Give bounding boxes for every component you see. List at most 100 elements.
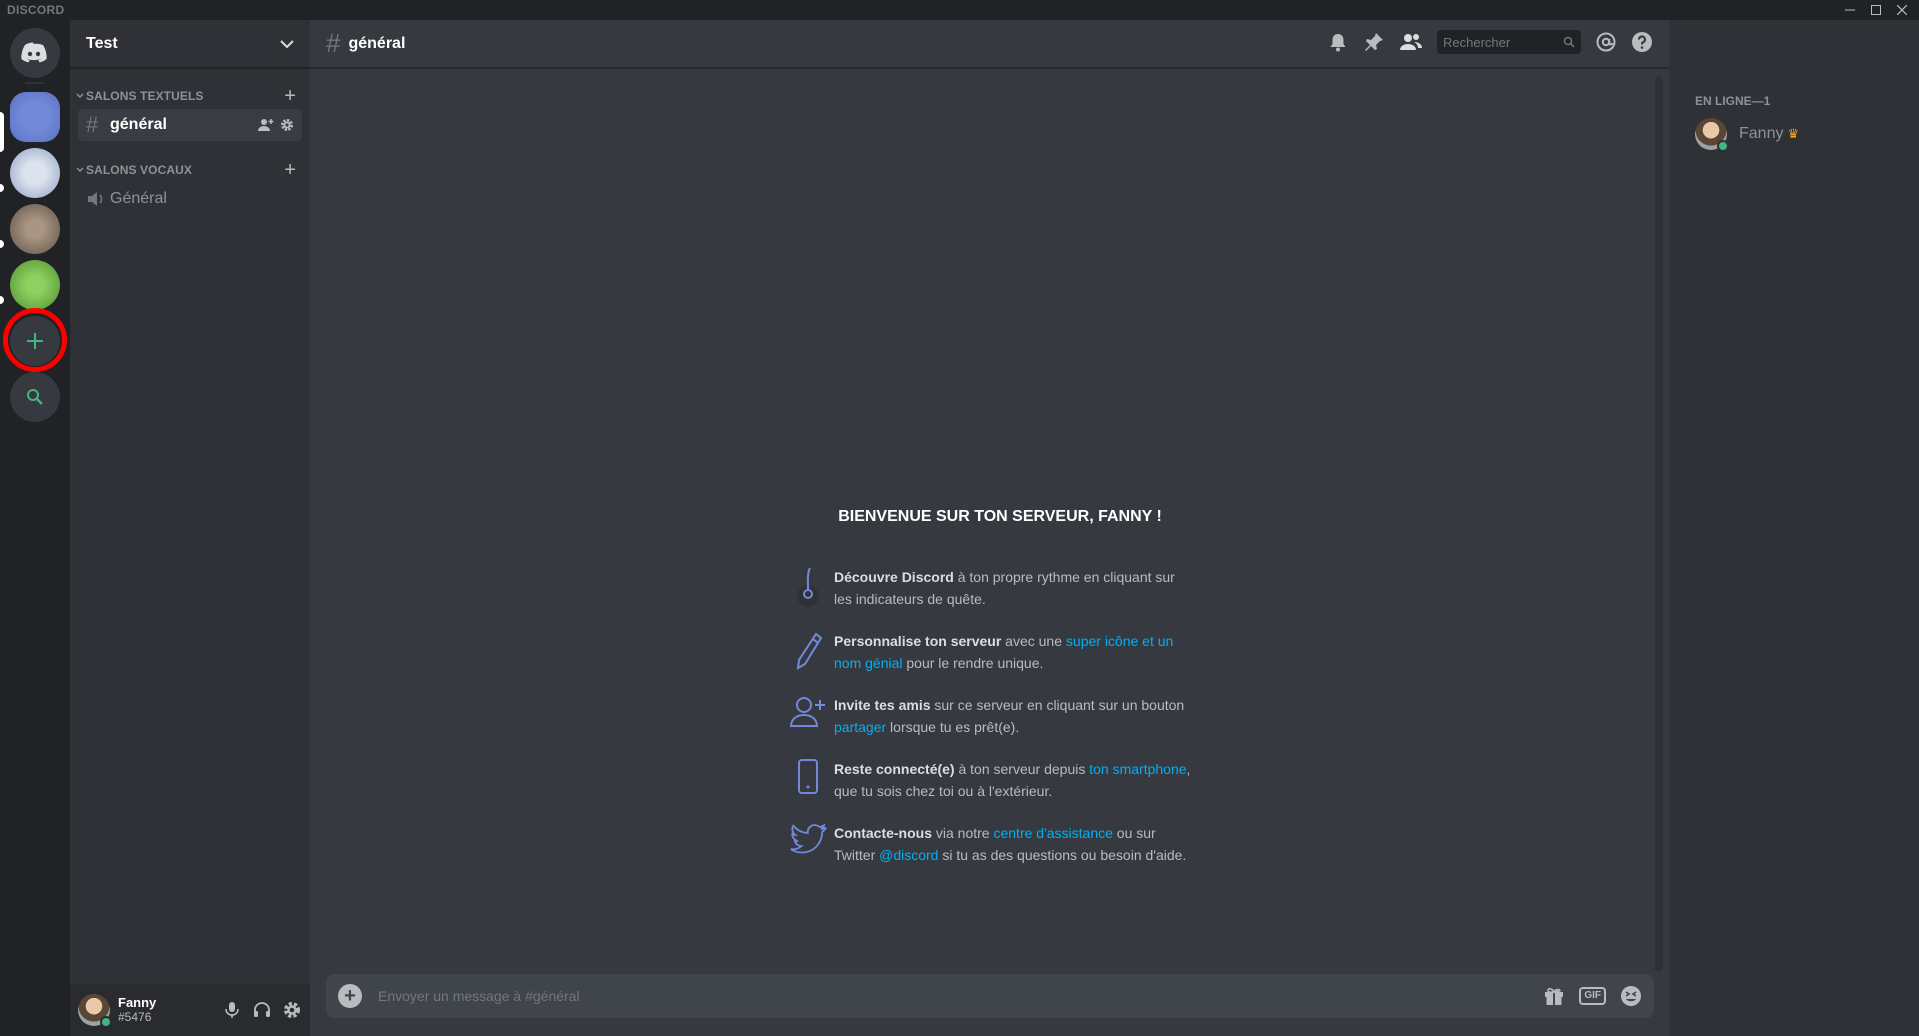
avatar xyxy=(1695,118,1729,152)
channel-name: Général xyxy=(110,190,167,207)
upload-plus-icon[interactable]: + xyxy=(338,984,362,1008)
welcome-item-contact: Contacte-nous via notre centre d'assista… xyxy=(782,822,1202,866)
twitter-icon xyxy=(782,822,834,866)
online-status-icon xyxy=(1717,140,1729,152)
search-icon xyxy=(27,389,43,405)
message-input[interactable]: Envoyer un message à #général xyxy=(378,988,1543,1004)
category-voice-channels[interactable]: SALONS VOCAUX + xyxy=(70,160,310,180)
title-bar: DISCORD xyxy=(0,0,1919,20)
avatar[interactable] xyxy=(78,994,112,1028)
scrollbar[interactable] xyxy=(1655,76,1663,971)
settings-gear-icon[interactable] xyxy=(282,1000,302,1020)
hash-icon: # xyxy=(326,28,341,58)
message-composer: + Envoyer un message à #général GIF xyxy=(326,974,1654,1018)
user-discriminator: #5476 xyxy=(118,1010,152,1024)
welcome-title: Bienvenue sur ton serveur, Fanny ! xyxy=(838,508,1162,525)
unread-pill xyxy=(0,240,4,248)
welcome-item-customize: Personnalise ton serveur avec une super … xyxy=(782,630,1202,674)
item-text: si tu as des questions ou besoin d'aide. xyxy=(938,847,1187,863)
members-icon[interactable] xyxy=(1399,31,1423,53)
emoji-icon[interactable] xyxy=(1620,985,1642,1007)
unread-pill xyxy=(0,184,4,192)
pencil-icon xyxy=(782,630,834,674)
username: Fanny xyxy=(118,995,157,1010)
guild-separator xyxy=(25,82,45,84)
item-text: à ton serveur depuis xyxy=(954,761,1090,777)
twitter-link[interactable]: @discord xyxy=(879,847,938,863)
search-input[interactable]: Rechercher xyxy=(1437,30,1581,54)
invite-icon[interactable] xyxy=(258,118,274,132)
maximize-icon[interactable] xyxy=(1863,0,1889,20)
channel-title: général xyxy=(348,34,406,52)
smartphone-icon xyxy=(782,758,834,802)
help-icon[interactable] xyxy=(1631,31,1653,53)
mention-icon[interactable] xyxy=(1595,31,1617,53)
server-icon-1[interactable] xyxy=(10,92,60,142)
quest-icon xyxy=(782,566,834,610)
member-item[interactable]: Fanny ♛ xyxy=(1695,118,1800,152)
minimize-icon[interactable] xyxy=(1837,0,1863,20)
explore-servers-button[interactable] xyxy=(10,372,60,422)
search-icon xyxy=(1563,36,1575,48)
bell-icon[interactable] xyxy=(1327,31,1349,53)
unread-pill xyxy=(0,296,4,304)
welcome-item-mobile: Reste connecté(e) à ton serveur depuis t… xyxy=(782,758,1202,802)
add-server-button[interactable] xyxy=(10,316,60,366)
member-name: Fanny xyxy=(1739,125,1784,142)
server-name: Test xyxy=(86,34,118,52)
gif-button[interactable]: GIF xyxy=(1579,987,1606,1005)
headphones-icon[interactable] xyxy=(252,1000,272,1020)
gear-icon[interactable] xyxy=(280,118,294,132)
gift-icon[interactable] xyxy=(1543,985,1565,1007)
close-icon[interactable] xyxy=(1889,0,1915,20)
search-placeholder: Rechercher xyxy=(1443,34,1511,50)
server-icon-2[interactable] xyxy=(10,148,60,198)
smartphone-link[interactable]: ton smartphone xyxy=(1089,761,1186,777)
item-text: avec une xyxy=(1001,633,1066,649)
chevron-down-icon xyxy=(76,93,84,98)
server-header[interactable]: Test xyxy=(70,20,310,68)
crown-icon: ♛ xyxy=(1787,126,1800,141)
plus-icon xyxy=(27,333,43,349)
hash-icon: # xyxy=(86,112,99,137)
speaker-icon xyxy=(88,192,103,206)
item-bold: Découvre Discord xyxy=(834,569,954,585)
item-text: via notre xyxy=(932,825,994,841)
create-channel-icon[interactable]: + xyxy=(284,160,296,180)
channel-name: général xyxy=(110,116,167,133)
microphone-icon[interactable] xyxy=(222,1000,242,1020)
item-text: pour le rendre unique. xyxy=(902,655,1044,671)
channel-general-voice[interactable]: Général xyxy=(78,183,302,215)
app-brand: DISCORD xyxy=(7,3,65,17)
server-icon-3[interactable] xyxy=(10,204,60,254)
server-list xyxy=(0,20,70,1036)
online-header: En ligne—1 xyxy=(1695,94,1771,108)
discord-logo-icon xyxy=(21,42,47,63)
channel-sidebar: Test SALONS TEXTUELS + # général SALONS … xyxy=(70,20,310,1036)
category-label: SALONS TEXTUELS xyxy=(86,89,204,103)
welcome-item-invite: Invite tes amis sur ce serveur en cliqua… xyxy=(782,694,1202,738)
channel-general-text[interactable]: # général xyxy=(78,109,302,141)
home-button[interactable] xyxy=(10,28,60,78)
pin-icon[interactable] xyxy=(1363,31,1385,53)
item-text: lorsque tu es prêt(e). xyxy=(886,719,1020,735)
user-panel: Fanny #5476 xyxy=(70,984,310,1036)
chat-area: # général Rechercher Bienvenue sur ton s… xyxy=(310,20,1669,1036)
item-bold: Personnalise ton serveur xyxy=(834,633,1002,649)
member-list: En ligne—1 Fanny ♛ xyxy=(1669,20,1919,1036)
help-center-link[interactable]: centre d'assistance xyxy=(993,825,1112,841)
chevron-down-icon xyxy=(76,167,84,172)
item-text: sur ce serveur en cliquant sur un bouton xyxy=(930,697,1185,713)
chevron-down-icon xyxy=(280,39,294,48)
category-text-channels[interactable]: SALONS TEXTUELS + xyxy=(70,86,310,106)
create-channel-icon[interactable]: + xyxy=(284,86,296,106)
item-bold: Invite tes amis xyxy=(834,697,931,713)
add-friend-icon xyxy=(782,694,834,738)
server-icon-4[interactable] xyxy=(10,260,60,310)
welcome-panel: Bienvenue sur ton serveur, Fanny ! Décou… xyxy=(782,508,1202,886)
active-server-pill xyxy=(0,112,4,152)
share-link[interactable]: partager xyxy=(834,719,886,735)
item-bold: Reste connecté(e) xyxy=(834,761,955,777)
welcome-item-discover: Découvre Discord à ton propre rythme en … xyxy=(782,566,1202,610)
item-bold: Contacte-nous xyxy=(834,825,932,841)
